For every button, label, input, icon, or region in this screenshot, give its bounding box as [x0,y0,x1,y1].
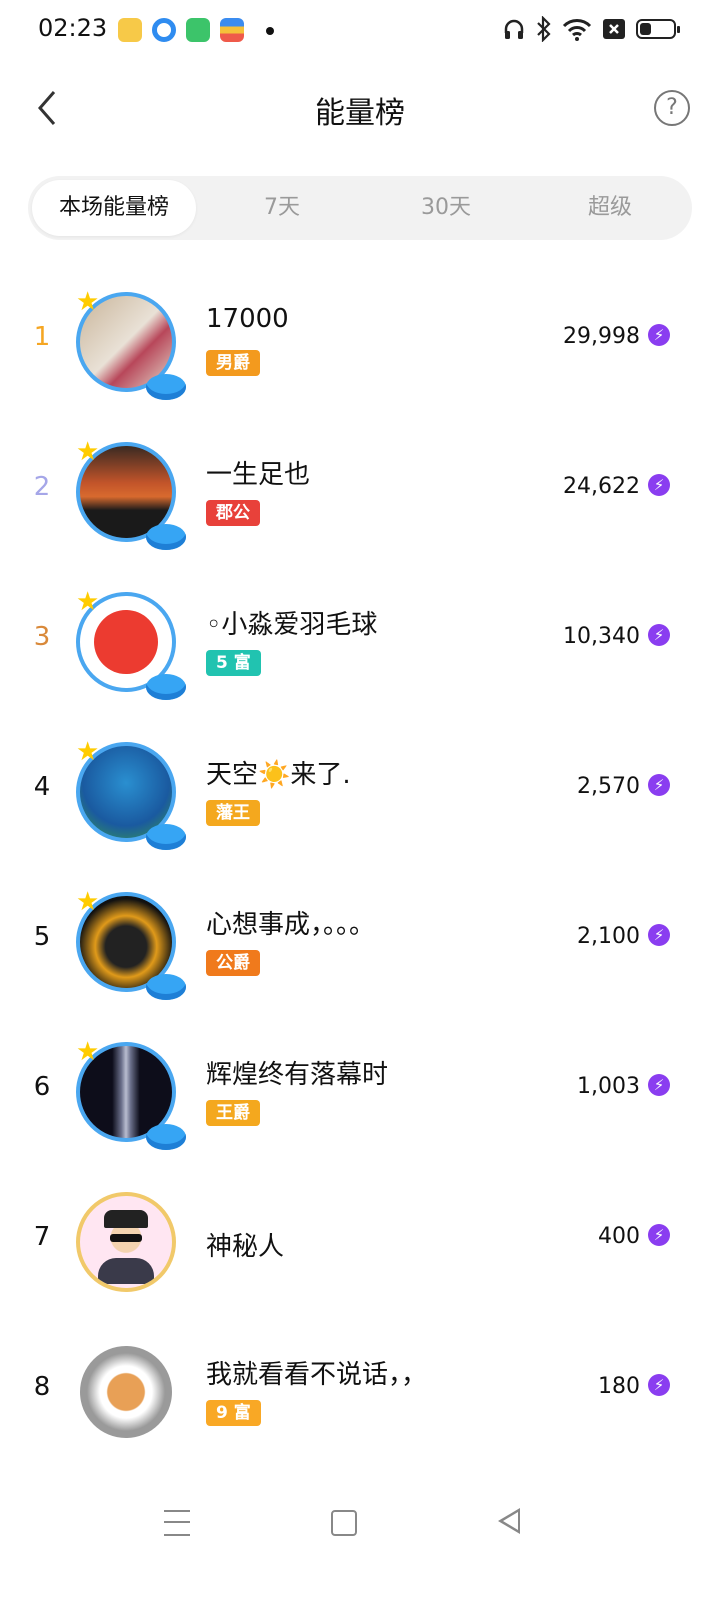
planet-icon [146,674,186,700]
rank-number: 2 [33,472,51,502]
energy-score: 1,003 [577,1074,640,1099]
back-triangle-icon[interactable] [498,1508,520,1534]
avatar[interactable] [70,1186,182,1298]
list-item[interactable]: 6 ★ 辉煌终有落幕时 王爵 1,003 ⚡ [0,1014,720,1164]
user-name: ◦小淼爱羽毛球 [206,610,378,640]
planet-icon [146,1124,186,1150]
notification-dot [266,27,274,35]
headphone-icon [504,19,524,39]
planet-icon [146,524,186,550]
energy-score: 180 [598,1374,640,1399]
bluetooth-icon [537,16,551,42]
lightning-energy-icon: ⚡ [648,1374,670,1396]
energy-score: 400 [598,1224,640,1249]
lightning-energy-icon: ⚡ [648,624,670,646]
status-icons [502,16,680,42]
user-name: 辉煌终有落幕时 [206,1060,389,1090]
rank-number: 5 [33,922,51,952]
list-item[interactable]: 8 我就看看不说话，， 9 富 180 ⚡ [0,1314,720,1464]
lightning-energy-icon: ⚡ [648,324,670,346]
wifi-icon [562,19,592,41]
star-icon: ★ [76,287,100,317]
lightning-energy-icon: ⚡ [648,474,670,496]
user-name: 心想事成，。。。 [206,910,376,940]
energy-score: 2,100 [577,924,640,949]
level-badge: 5 富 [206,650,261,676]
user-name: 天空☀️来了. [206,760,351,790]
energy-score: 10,340 [563,624,640,649]
star-icon: ★ [76,737,100,767]
circle-app-icon [152,18,176,42]
user-name: 一生足也 [206,460,311,490]
page-title: 能量榜 [315,96,405,131]
leaderboard-list: 1 ★ 17000 男爵 29,998 ⚡ 2 ★ 一生足也 郡公 24,622… [0,264,720,1464]
list-item[interactable]: 2 ★ 一生足也 郡公 24,622 ⚡ [0,414,720,564]
avatar[interactable]: ★ [70,1036,186,1150]
mystery-person-avatar [76,1192,176,1292]
star-icon: ★ [76,437,100,467]
avatar-image [80,1346,172,1438]
user-name: 17000 [206,304,289,334]
rank-number: 6 [33,1072,51,1102]
lightning-energy-icon: ⚡ [648,1224,670,1246]
star-icon: ★ [76,1037,100,1067]
list-item[interactable]: 3 ★ ◦小淼爱羽毛球 5 富 10,340 ⚡ [0,564,720,714]
planet-icon [146,374,186,400]
rank-number: 1 [33,322,51,352]
wallet-app-icon [220,18,244,42]
user-name: 神秘人 [206,1232,285,1262]
sim-x-icon [603,19,625,39]
period-tabs: 本场能量榜 7天 30天 超级 [28,176,692,240]
app-header: 能量榜 ? [0,64,720,154]
avatar[interactable]: ★ [70,586,186,700]
energy-score: 2,570 [577,774,640,799]
hat-icon [104,1210,148,1228]
star-icon: ★ [76,887,100,917]
home-square-icon[interactable] [331,1510,357,1536]
energy-score: 29,998 [563,324,640,349]
lightning-energy-icon: ⚡ [648,774,670,796]
avatar[interactable]: ★ [70,286,186,400]
avatar[interactable] [70,1336,182,1448]
tab-30-days[interactable]: 30天 [364,176,528,240]
level-badge: 9 富 [206,1400,261,1426]
avatar[interactable]: ★ [70,736,186,850]
help-icon[interactable]: ? [654,90,690,126]
battery-icon [636,19,680,39]
status-bar: 02:23 [0,0,720,64]
sunglasses-icon [110,1234,142,1242]
level-badge: 郡公 [206,500,260,526]
lightning-energy-icon: ⚡ [648,1074,670,1096]
system-nav-bar [0,1490,720,1560]
wink-face-icon [94,610,158,674]
level-badge: 男爵 [206,350,260,376]
avatar[interactable]: ★ [70,886,186,1000]
status-time: 02:23 [38,14,108,42]
planet-icon [146,974,186,1000]
planet-icon [146,824,186,850]
rank-number: 4 [33,772,51,802]
list-item[interactable]: 1 ★ 17000 男爵 29,998 ⚡ [0,264,720,414]
lightning-energy-icon: ⚡ [648,924,670,946]
suit-icon [98,1258,154,1284]
book-app-icon [118,18,142,42]
level-badge: 藩王 [206,800,260,826]
list-item[interactable]: 4 ★ 天空☀️来了. 藩王 2,570 ⚡ [0,714,720,864]
user-name: 我就看看不说话，， [206,1360,428,1390]
tab-7-days[interactable]: 7天 [200,176,364,240]
rank-number: 8 [33,1372,51,1402]
tab-current-session[interactable]: 本场能量榜 [32,180,196,236]
rank-number: 3 [33,622,51,652]
list-item[interactable]: 7 神秘人 400 ⚡ [0,1164,720,1314]
energy-score: 24,622 [563,474,640,499]
shop-app-icon [186,18,210,42]
level-badge: 王爵 [206,1100,260,1126]
rank-number: 7 [33,1222,51,1252]
tab-super[interactable]: 超级 [528,176,692,240]
menu-icon[interactable] [164,1510,190,1536]
list-item[interactable]: 5 ★ 心想事成，。。。 公爵 2,100 ⚡ [0,864,720,1014]
star-icon: ★ [76,587,100,617]
level-badge: 公爵 [206,950,260,976]
avatar[interactable]: ★ [70,436,186,550]
